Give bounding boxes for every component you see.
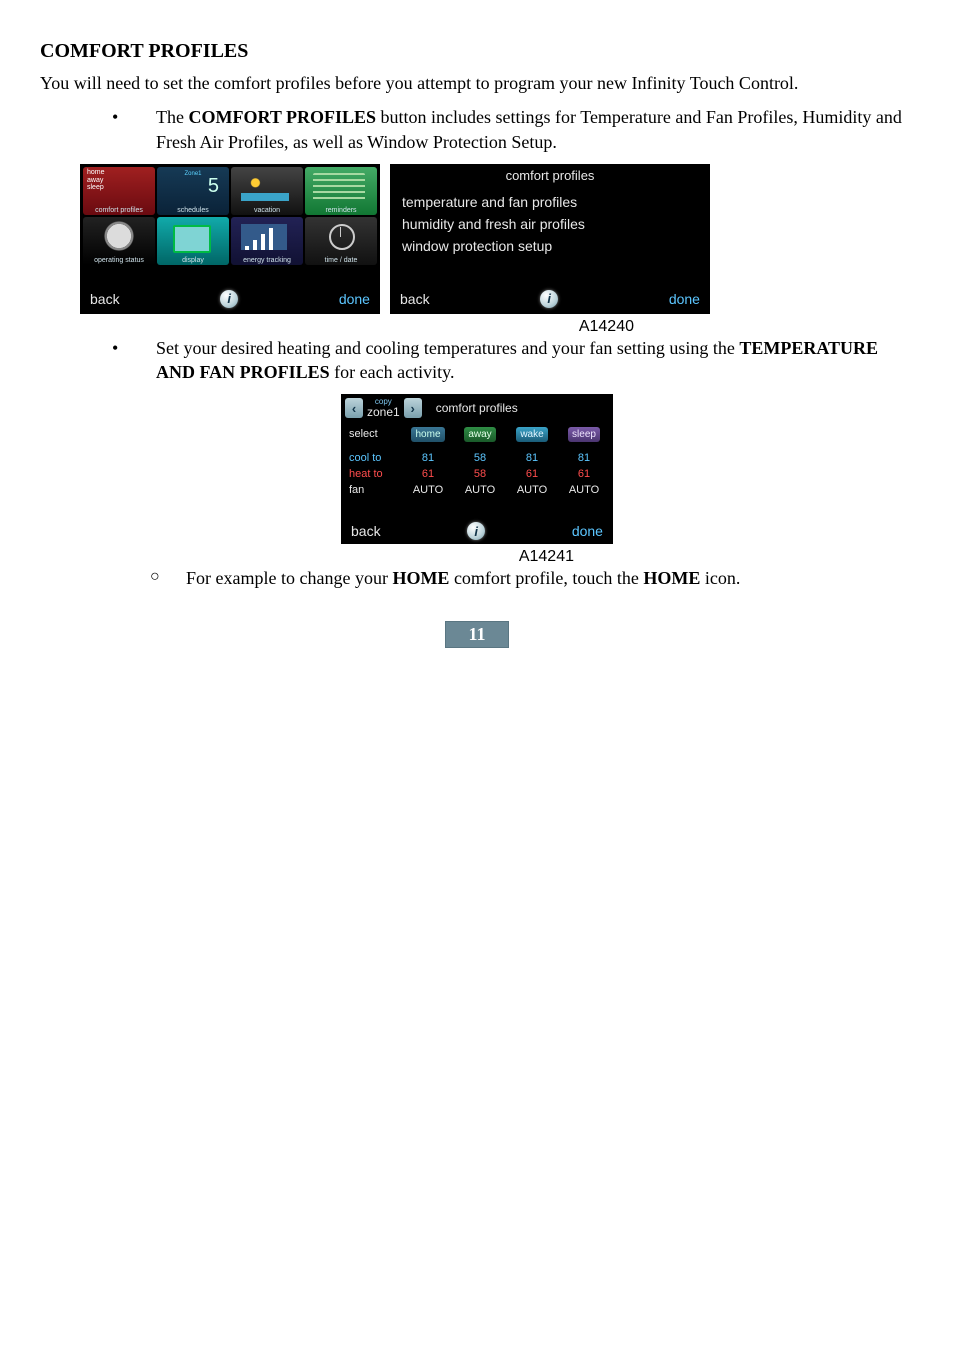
menu-schedules-label: schedules — [157, 207, 229, 214]
cool-away: 58 — [457, 452, 503, 464]
menu-reminders-label: reminders — [305, 207, 377, 214]
screenshot-menu-panel: home away sleep comfort profiles Zone1 5… — [80, 164, 380, 314]
profile-sleep-button[interactable]: sleep — [568, 427, 600, 442]
cp-top-bar: ‹ copy zone1 › comfort profiles — [341, 394, 613, 422]
cp-panel-list: temperature and fan profiles humidity an… — [390, 191, 710, 257]
fan-wake: AUTO — [509, 484, 555, 496]
cp-header-label: comfort profiles — [436, 401, 518, 415]
cp-panel-footer: back i done — [390, 284, 710, 314]
carrier-badge: Carrier — [110, 237, 128, 244]
bullet-comfort-profiles: The COMFORT PROFILES button includes set… — [112, 105, 914, 154]
chevron-left-icon[interactable]: ‹ — [345, 398, 363, 418]
menu-energy-tracking[interactable]: energy tracking — [231, 217, 303, 265]
cp-item-humidity[interactable]: humidity and fresh air profiles — [402, 213, 698, 235]
cp-item-window[interactable]: window protection setup — [402, 235, 698, 257]
bullet-temp-fan: Set your desired heating and cooling tem… — [112, 336, 914, 385]
menu-time-date[interactable]: time / date — [305, 217, 377, 265]
menu-vacation-label: vacation — [231, 207, 303, 214]
cool-to-label: cool to — [349, 452, 399, 464]
menu-operating-status-label: operating status — [83, 257, 155, 264]
heat-to-label: heat to — [349, 468, 399, 480]
chevron-right-icon[interactable]: › — [404, 398, 422, 418]
cp-panel-title: comfort profiles — [390, 164, 710, 191]
screenshot-comfort-profiles-panel: comfort profiles temperature and fan pro… — [390, 164, 710, 314]
menu-schedules[interactable]: Zone1 5 schedules — [157, 167, 229, 215]
menu-grid: home away sleep comfort profiles Zone1 5… — [80, 164, 380, 265]
sub1-bold2: HOME — [643, 568, 700, 588]
profile-away-button[interactable]: away — [464, 427, 495, 442]
cool-home: 81 — [405, 452, 451, 464]
zone-name: zone1 — [367, 406, 400, 418]
menu-comfort-profiles[interactable]: home away sleep comfort profiles — [83, 167, 155, 215]
figure2-wrap: ‹ copy zone1 › comfort profiles select h… — [40, 394, 914, 544]
fan-away: AUTO — [457, 484, 503, 496]
back-button[interactable]: back — [351, 523, 381, 539]
fan-sleep: AUTO — [561, 484, 607, 496]
menu-time-date-label: time / date — [305, 257, 377, 264]
page-number-wrap: 11 — [40, 621, 914, 648]
done-button[interactable]: done — [572, 523, 603, 539]
cp-select-label: select — [349, 428, 399, 440]
cp-table-footer: back i done — [341, 518, 613, 544]
done-button[interactable]: done — [339, 291, 370, 307]
cool-to-row: cool to 81 58 81 81 — [341, 450, 613, 466]
menu-schedules-zone: Zone1 — [184, 171, 201, 177]
sub-bullet-home-example: For example to change your HOME comfort … — [150, 566, 914, 590]
menu-comfort-profiles-label: comfort profiles — [83, 207, 155, 214]
clock-hand — [340, 227, 341, 237]
sub1-bold1: HOME — [392, 568, 449, 588]
profile-wake-button[interactable]: wake — [516, 427, 547, 442]
info-icon[interactable]: i — [540, 290, 558, 308]
menu-vacation[interactable]: vacation — [231, 167, 303, 215]
sub1-pre: For example to change your — [186, 568, 392, 588]
menu-operating-status[interactable]: Carrier operating status — [83, 217, 155, 265]
intro-paragraph: You will need to set the comfort profile… — [40, 71, 914, 95]
menu-display[interactable]: display — [157, 217, 229, 265]
menu-reminders[interactable]: reminders — [305, 167, 377, 215]
bullet1-pre: The — [156, 107, 188, 127]
cp-select-row: select home away wake sleep — [341, 426, 613, 442]
fan-home: AUTO — [405, 484, 451, 496]
profile-home-button[interactable]: home — [411, 427, 444, 442]
menu-footer: back i done — [80, 284, 380, 314]
menu-display-label: display — [157, 257, 229, 264]
fan-label: fan — [349, 484, 399, 496]
cp-item-temp-fan[interactable]: temperature and fan profiles — [402, 191, 698, 213]
sub1-post: icon. — [700, 568, 740, 588]
heat-wake: 61 — [509, 468, 555, 480]
figure1-caption: A14240 — [40, 318, 634, 336]
back-button[interactable]: back — [90, 291, 120, 307]
info-icon[interactable]: i — [220, 290, 238, 308]
screenshot-profiles-table: ‹ copy zone1 › comfort profiles select h… — [341, 394, 613, 544]
page-number: 11 — [445, 621, 508, 648]
figure-row-1: home away sleep comfort profiles Zone1 5… — [80, 164, 914, 314]
fan-row: fan AUTO AUTO AUTO AUTO — [341, 482, 613, 498]
bullet2-pre: Set your desired heating and cooling tem… — [156, 338, 739, 358]
back-button[interactable]: back — [400, 291, 430, 307]
info-icon[interactable]: i — [467, 522, 485, 540]
heat-home: 61 — [405, 468, 451, 480]
zone-selector[interactable]: copy zone1 — [367, 398, 400, 418]
figure2-caption: A14241 — [40, 548, 574, 566]
section-title: COMFORT PROFILES — [40, 40, 914, 63]
menu-comfort-profiles-lines: home away sleep — [87, 169, 105, 192]
cool-wake: 81 — [509, 452, 555, 464]
sub1-mid: comfort profile, touch the — [449, 568, 643, 588]
bullet1-bold: COMFORT PROFILES — [188, 107, 376, 127]
heat-away: 58 — [457, 468, 503, 480]
cool-sleep: 81 — [561, 452, 607, 464]
bullet2-post: for each activity. — [330, 362, 455, 382]
done-button[interactable]: done — [669, 291, 700, 307]
menu-schedules-five: 5 — [208, 175, 219, 198]
heat-sleep: 61 — [561, 468, 607, 480]
menu-energy-tracking-label: energy tracking — [231, 257, 303, 264]
heat-to-row: heat to 61 58 61 61 — [341, 466, 613, 482]
